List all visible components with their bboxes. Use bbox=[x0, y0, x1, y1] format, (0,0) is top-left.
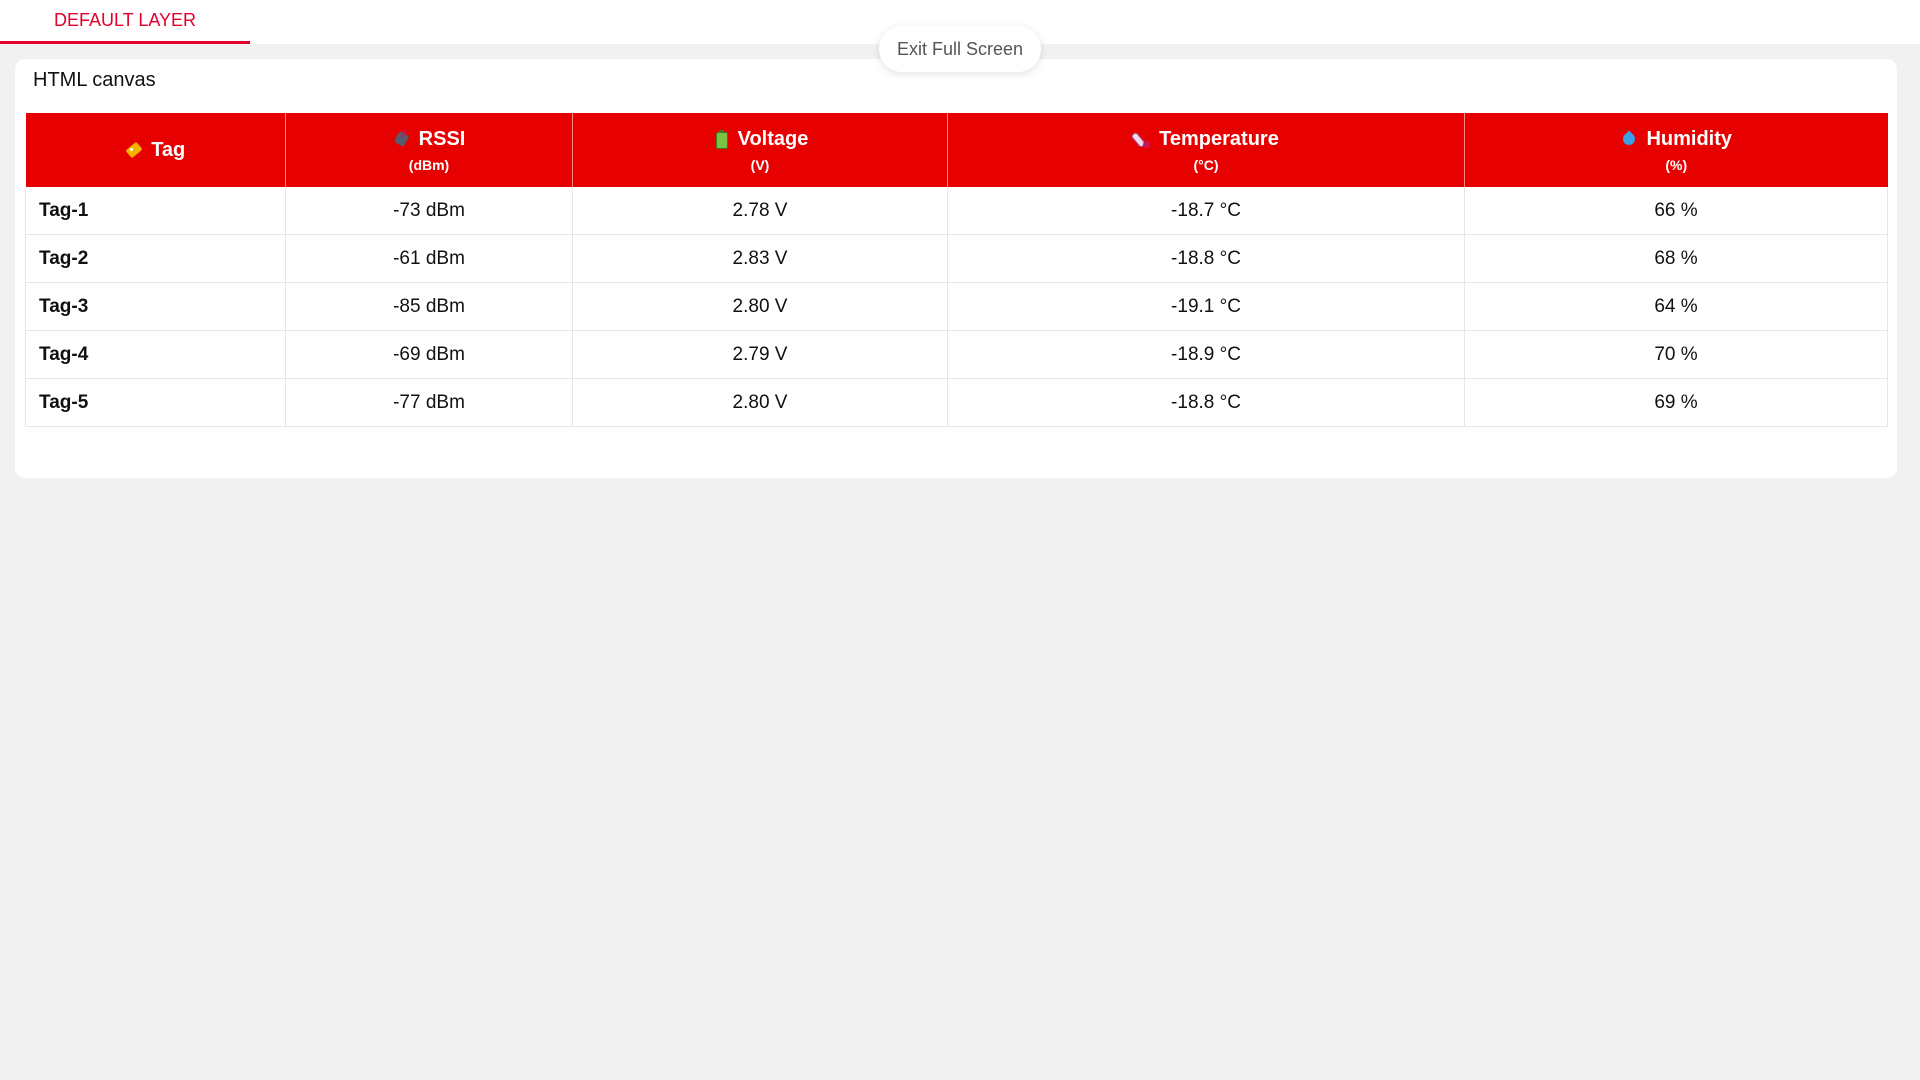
cell-rssi: -77 dBm bbox=[285, 378, 573, 427]
column-label: Voltage bbox=[737, 127, 809, 150]
tag-data-table: Tag RSSI (dBm) Voltage (V) Temperature (… bbox=[25, 113, 1888, 427]
cell-temperature: -18.8 °C bbox=[947, 378, 1465, 427]
cell-rssi: -73 dBm bbox=[285, 187, 573, 235]
column-label: RSSI bbox=[418, 127, 466, 150]
cell-humidity: 70 % bbox=[1464, 330, 1888, 379]
cell-rssi: -85 dBm bbox=[285, 282, 573, 331]
column-unit: (dBm) bbox=[408, 156, 450, 173]
cell-rssi: -61 dBm bbox=[285, 234, 573, 283]
column-header-temperature[interactable]: Temperature (°C) bbox=[947, 113, 1465, 187]
table-row: Tag-1 -73 dBm 2.78 V -18.7 °C 66 % bbox=[25, 187, 1888, 235]
table-row: Tag-4 -69 dBm 2.79 V -18.9 °C 70 % bbox=[25, 330, 1888, 379]
column-label: Tag bbox=[151, 138, 186, 161]
column-header-rssi[interactable]: RSSI (dBm) bbox=[285, 113, 573, 187]
cell-temperature: -18.7 °C bbox=[947, 187, 1465, 235]
cell-temperature: -18.9 °C bbox=[947, 330, 1465, 379]
tag-icon bbox=[125, 141, 143, 159]
column-header-tag[interactable]: Tag bbox=[25, 113, 286, 187]
table-row: Tag-3 -85 dBm 2.80 V -19.1 °C 64 % bbox=[25, 282, 1888, 331]
droplet-icon bbox=[1620, 130, 1638, 148]
cell-humidity: 66 % bbox=[1464, 187, 1888, 235]
cell-tag: Tag-1 bbox=[25, 187, 286, 235]
cell-temperature: -19.1 °C bbox=[947, 282, 1465, 331]
cell-voltage: 2.80 V bbox=[572, 282, 948, 331]
cell-humidity: 64 % bbox=[1464, 282, 1888, 331]
column-header-voltage[interactable]: Voltage (V) bbox=[572, 113, 948, 187]
table-header-row: Tag RSSI (dBm) Voltage (V) Temperature (… bbox=[25, 113, 1888, 187]
cell-tag: Tag-4 bbox=[25, 330, 286, 379]
card-title: HTML canvas bbox=[33, 69, 156, 91]
tab-default-layer[interactable]: DEFAULT LAYER bbox=[0, 0, 250, 44]
cell-voltage: 2.79 V bbox=[572, 330, 948, 379]
table-row: Tag-5 -77 dBm 2.80 V -18.8 °C 69 % bbox=[25, 378, 1888, 427]
battery-icon bbox=[712, 130, 730, 149]
table-row: Tag-2 -61 dBm 2.83 V -18.8 °C 68 % bbox=[25, 234, 1888, 283]
thermometer-icon bbox=[1133, 130, 1151, 148]
cell-humidity: 69 % bbox=[1464, 378, 1888, 427]
cell-temperature: -18.8 °C bbox=[947, 234, 1465, 283]
cell-tag: Tag-5 bbox=[25, 378, 286, 427]
cell-humidity: 68 % bbox=[1464, 234, 1888, 283]
cell-voltage: 2.83 V bbox=[572, 234, 948, 283]
column-unit: (°C) bbox=[1193, 156, 1219, 173]
column-header-humidity[interactable]: Humidity (%) bbox=[1464, 113, 1888, 187]
column-unit: (%) bbox=[1665, 156, 1688, 173]
cell-tag: Tag-2 bbox=[25, 234, 286, 283]
column-label: Temperature bbox=[1159, 127, 1279, 150]
cell-voltage: 2.78 V bbox=[572, 187, 948, 235]
antenna-icon bbox=[393, 130, 411, 148]
html-canvas-card: HTML canvas Tag RSSI (dBm) Voltage (V) T… bbox=[15, 59, 1897, 478]
cell-rssi: -69 dBm bbox=[285, 330, 573, 379]
column-label: Humidity bbox=[1646, 127, 1733, 150]
cell-tag: Tag-3 bbox=[25, 282, 286, 331]
column-unit: (V) bbox=[750, 156, 770, 173]
exit-fullscreen-button[interactable]: Exit Full Screen bbox=[879, 26, 1041, 72]
cell-voltage: 2.80 V bbox=[572, 378, 948, 427]
